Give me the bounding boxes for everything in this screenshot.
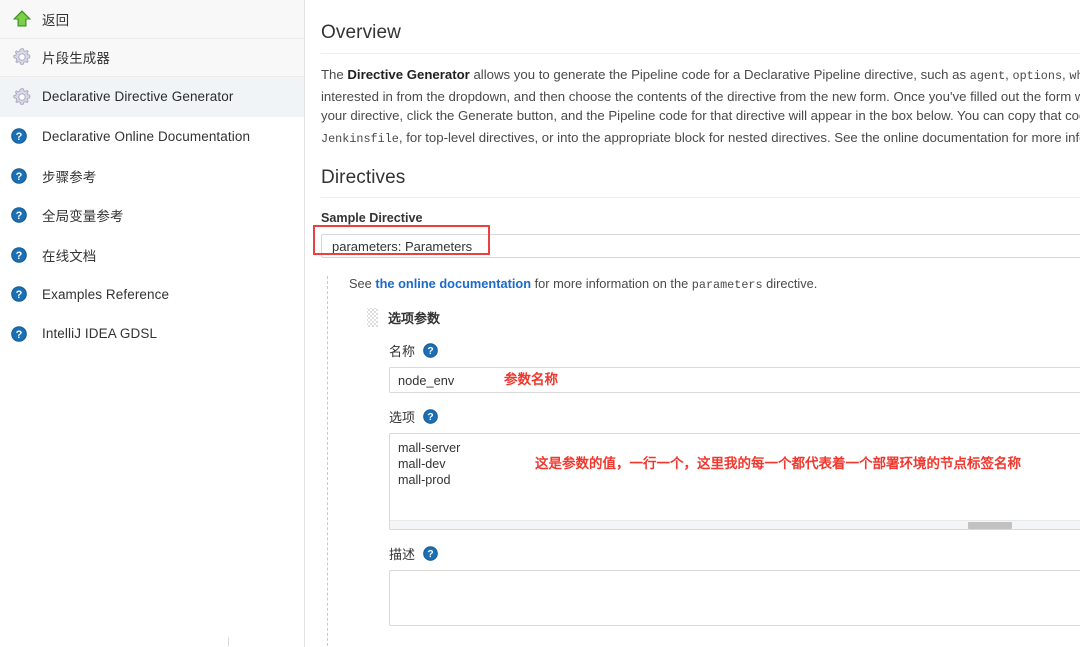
see-text-middle: for more information on the [531,276,692,292]
name-input[interactable]: node_env [389,367,1080,394]
options-textarea-scrollbar[interactable] [390,520,1080,530]
group-title-label: 选项参数 [388,311,441,327]
svg-text:?: ? [427,412,433,423]
para-code-options: options [1012,69,1063,83]
sidebar-item-global-variable-reference[interactable]: ? 全局变量参考 [0,195,304,235]
annotation-options-note: 这是参数的值，一行一个，这里我的每一个都代表着一个部署环境的节点标签名称 [535,456,1021,472]
help-icon[interactable]: ? [423,409,438,425]
sidebar-item-snippet-generator[interactable]: 片段生成器 [0,37,304,77]
sidebar-item-label: 步骤参考 [42,169,97,185]
options-field-row: mall-server mall-dev mall-prod [389,433,1080,531]
para-code-agent: agent [969,69,1006,83]
page-root: 返回 片段生成器 Declarative Directive Generator [0,0,1080,647]
group-header: 选项参数 [367,308,1080,328]
online-documentation-link[interactable]: the online documentation [375,276,531,291]
drag-handle-icon[interactable] [367,308,378,328]
see-text-before: See [349,276,376,292]
overview-paragraph: The Directive Generator allows you to ge… [321,65,1080,149]
options-field-label: 选项 [389,410,416,426]
svg-text:?: ? [16,131,23,143]
help-icon: ? [11,204,33,226]
sidebar-item-label: 返回 [42,12,70,28]
gear-icon [11,86,33,108]
help-icon[interactable]: ? [423,343,438,359]
svg-text:?: ? [16,210,23,222]
para-strong: Directive Generator [347,67,470,82]
para-code-when: when [1069,69,1080,83]
sidebar-item-label: Declarative Directive Generator [42,89,234,105]
svg-text:?: ? [427,549,433,560]
description-field-row [389,570,1080,627]
sidebar-item-back[interactable]: 返回 [0,0,304,39]
name-field-row: node_env [389,367,1080,394]
sidebar-item-label: 全局变量参考 [42,209,124,225]
options-field-label-row: 选项 ? [389,407,1080,426]
para-text-7: , for top-level directives, or into the … [398,129,1080,145]
sidebar-item-label: 片段生成器 [42,51,110,67]
help-icon: ? [11,125,33,147]
annotation-name-note: 参数名称 [504,372,558,388]
sidebar-item-intellij-idea-gdsl[interactable]: ? IntelliJ IDEA GDSL [0,314,304,354]
options-textarea[interactable]: mall-server mall-dev mall-prod [389,433,1080,531]
help-icon: ? [11,323,33,345]
form-dashed-divider [327,276,328,647]
sidebar-item-label: 在线文档 [42,248,97,264]
gear-icon [11,46,33,68]
para-code-jenkinsfile: Jenkinsfile [321,131,399,146]
sidebar-item-label: Declarative Online Documentation [42,128,251,144]
help-icon: ? [11,165,33,187]
sidebar-item-label: Examples Reference [42,286,170,302]
sidebar-item-declarative-directive-generator[interactable]: Declarative Directive Generator [0,77,304,117]
help-icon[interactable]: ? [423,546,438,562]
svg-text:?: ? [16,250,23,262]
para-text-2: allows you to generate the Pipeline code… [469,67,970,82]
svg-text:?: ? [16,171,23,183]
description-textarea[interactable] [389,570,1080,627]
help-icon: ? [11,244,33,266]
svg-text:?: ? [427,346,433,357]
page-title: Overview [321,22,1080,54]
sidebar-item-step-reference[interactable]: ? 步骤参考 [0,156,304,196]
sidebar: 返回 片段生成器 Declarative Directive Generator [0,0,305,647]
see-code-parameters: parameters [691,278,763,293]
svg-text:?: ? [16,289,23,301]
description-field-label-row: 描述 ? [389,544,1080,563]
up-arrow-icon [11,8,33,30]
documentation-note: See the online documentation for more in… [343,276,1080,292]
description-field-label: 描述 [389,547,416,563]
directives-heading: Directives [321,167,1080,199]
text-caret-mark [228,637,229,646]
name-input-value: node_env [398,372,455,388]
main-content: Overview The Directive Generator allows … [305,0,1080,647]
sample-directive-select-wrap: parameters: Parameters [313,225,1080,259]
sidebar-item-examples-reference[interactable]: ? Examples Reference [0,274,304,314]
svg-text:?: ? [16,329,23,341]
sample-directive-select-value: parameters: Parameters [332,238,473,254]
name-field-label-row: 名称 ? [389,341,1080,360]
sidebar-item-declarative-online-documentation[interactable]: ? Declarative Online Documentation [0,116,304,156]
scrollbar-thumb[interactable] [968,522,1012,530]
name-field-label: 名称 [389,344,416,360]
help-icon: ? [11,283,33,305]
para-text-1: The [321,67,348,82]
sample-directive-select[interactable]: parameters: Parameters [321,234,1080,259]
sidebar-item-label: IntelliJ IDEA GDSL [42,326,158,342]
sample-directive-label: Sample Directive [321,211,423,226]
see-text-after: directive. [762,276,818,292]
sidebar-item-online-docs[interactable]: ? 在线文档 [0,235,304,275]
